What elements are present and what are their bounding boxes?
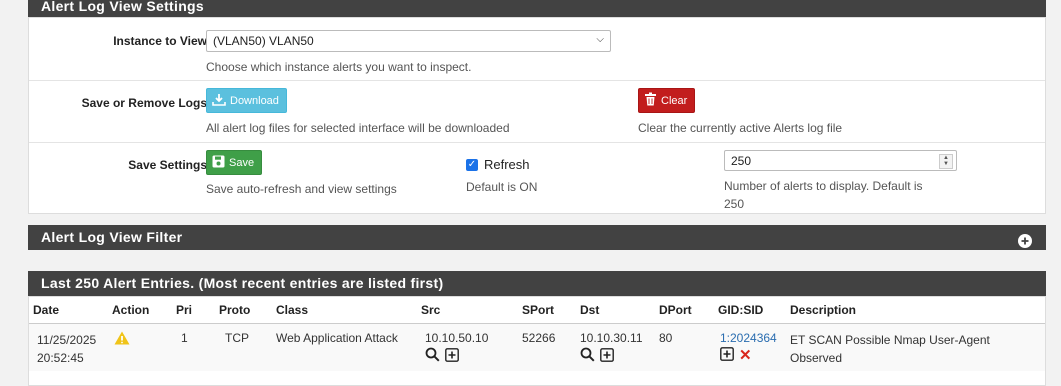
- search-icon[interactable]: [580, 347, 595, 365]
- save-settings-row: Save Settings Save Save auto-refresh and…: [29, 143, 1045, 215]
- src-cell: 10.10.50.10: [417, 324, 518, 371]
- add-icon[interactable]: [600, 347, 614, 365]
- settings-panel-header: Alert Log View Settings: [28, 0, 1046, 17]
- column-header[interactable]: DPort: [655, 297, 714, 324]
- instance-help: Choose which instance alerts you want to…: [206, 60, 472, 74]
- column-header[interactable]: Src: [417, 297, 518, 324]
- download-icon: [212, 93, 226, 109]
- column-header[interactable]: GID:SID: [714, 297, 786, 324]
- filter-panel-title: Alert Log View Filter: [41, 229, 183, 245]
- alerts-count-input[interactable]: 250 ▲ ▼: [724, 150, 957, 171]
- clear-help: Clear the currently active Alerts log fi…: [638, 121, 843, 135]
- column-header[interactable]: Description: [786, 297, 1045, 324]
- add-icon[interactable]: [720, 347, 734, 364]
- alerts-count-help-line1: Number of alerts to display. Default is: [724, 179, 923, 193]
- floppy-disk-icon: [212, 155, 225, 171]
- alerts-count-help-line2: 250: [724, 197, 745, 211]
- settings-panel: Instance to View (VLAN50) VLAN50 ⌵ Choos…: [28, 17, 1046, 214]
- proto-cell: TCP: [225, 331, 249, 345]
- refresh-checkbox[interactable]: ✓: [466, 159, 478, 171]
- instance-row: Instance to View (VLAN50) VLAN50 ⌵ Choos…: [29, 18, 1045, 81]
- alerts-count-help: Number of alerts to display. Default is …: [724, 177, 923, 213]
- dport-cell: 80: [659, 331, 673, 345]
- action-cell: [108, 324, 172, 371]
- clear-label: Clear: [661, 94, 688, 107]
- save-button[interactable]: Save: [206, 150, 263, 175]
- settings-panel-title: Alert Log View Settings: [41, 0, 204, 14]
- description-line2: Observed: [790, 351, 843, 365]
- column-header[interactable]: Class: [272, 297, 417, 324]
- plus-circle-icon[interactable]: [1018, 231, 1032, 248]
- src-ip: 10.10.50.10: [425, 331, 489, 345]
- add-icon[interactable]: [445, 347, 459, 365]
- sport-cell: 52266: [522, 331, 556, 345]
- warning-icon: [114, 331, 130, 348]
- description-line1: ET SCAN Possible Nmap User-Agent: [790, 333, 990, 347]
- refresh-label: Refresh: [484, 157, 530, 172]
- instance-select[interactable]: (VLAN50) VLAN50 ⌵: [206, 30, 611, 52]
- logs-label: Save or Remove Logs: [81, 96, 207, 110]
- column-header[interactable]: Date: [29, 297, 108, 324]
- column-header[interactable]: Action: [108, 297, 172, 324]
- save-settings-label: Save Settings: [128, 158, 207, 172]
- class-cell: Web Application Attack: [276, 331, 398, 345]
- column-header[interactable]: Dst: [576, 297, 655, 324]
- entries-panel-header: Last 250 Alert Entries. (Most recent ent…: [28, 271, 1046, 296]
- column-header[interactable]: SPort: [518, 297, 576, 324]
- table-row: 11/25/2025 20:52:45 1 TCP Web Applicatio…: [29, 323, 1045, 371]
- entries-panel-title: Last 250 Alert Entries. (Most recent ent…: [41, 275, 444, 291]
- column-header[interactable]: Proto: [215, 297, 272, 324]
- date-cell: 11/25/2025 20:52:45: [29, 324, 108, 371]
- save-label: Save: [229, 156, 255, 169]
- alerts-count-value: 250: [731, 154, 752, 168]
- date-value: 11/25/2025: [37, 333, 97, 347]
- time-value: 20:52:45: [37, 351, 84, 365]
- alerts-table-card: Date Action Pri Proto Class Src SPort Ds…: [28, 296, 1046, 386]
- trash-icon: [644, 92, 657, 109]
- search-icon[interactable]: [425, 347, 440, 365]
- filter-panel-header[interactable]: Alert Log View Filter: [28, 225, 1046, 250]
- alerts-table: Date Action Pri Proto Class Src SPort Ds…: [29, 297, 1045, 371]
- close-icon[interactable]: ✕: [739, 348, 752, 363]
- clear-button[interactable]: Clear: [638, 88, 696, 113]
- description-cell: ET SCAN Possible Nmap User-Agent Observe…: [786, 324, 1045, 371]
- download-label: Download: [230, 94, 279, 107]
- chevron-down-icon: ⌵: [596, 34, 604, 45]
- download-button[interactable]: Download: [206, 88, 287, 113]
- pri-cell: 1: [181, 331, 188, 345]
- refresh-help: Default is ON: [466, 180, 538, 194]
- logs-row: Save or Remove Logs Download All alert l…: [29, 81, 1045, 143]
- dst-cell: 10.10.30.11: [576, 324, 655, 371]
- gid-sid-link[interactable]: 1:2024364: [720, 331, 777, 345]
- dst-ip: 10.10.30.11: [580, 331, 643, 345]
- number-spinner[interactable]: ▲ ▼: [939, 154, 953, 169]
- column-header[interactable]: Pri: [172, 297, 215, 324]
- download-help: All alert log files for selected interfa…: [206, 121, 510, 135]
- gid-sid-cell: 1:2024364 ✕: [714, 324, 786, 371]
- instance-select-value: (VLAN50) VLAN50: [213, 34, 314, 48]
- save-help: Save auto-refresh and view settings: [206, 182, 397, 196]
- table-header-row: Date Action Pri Proto Class Src SPort Ds…: [29, 297, 1045, 324]
- instance-label: Instance to View: [113, 34, 207, 48]
